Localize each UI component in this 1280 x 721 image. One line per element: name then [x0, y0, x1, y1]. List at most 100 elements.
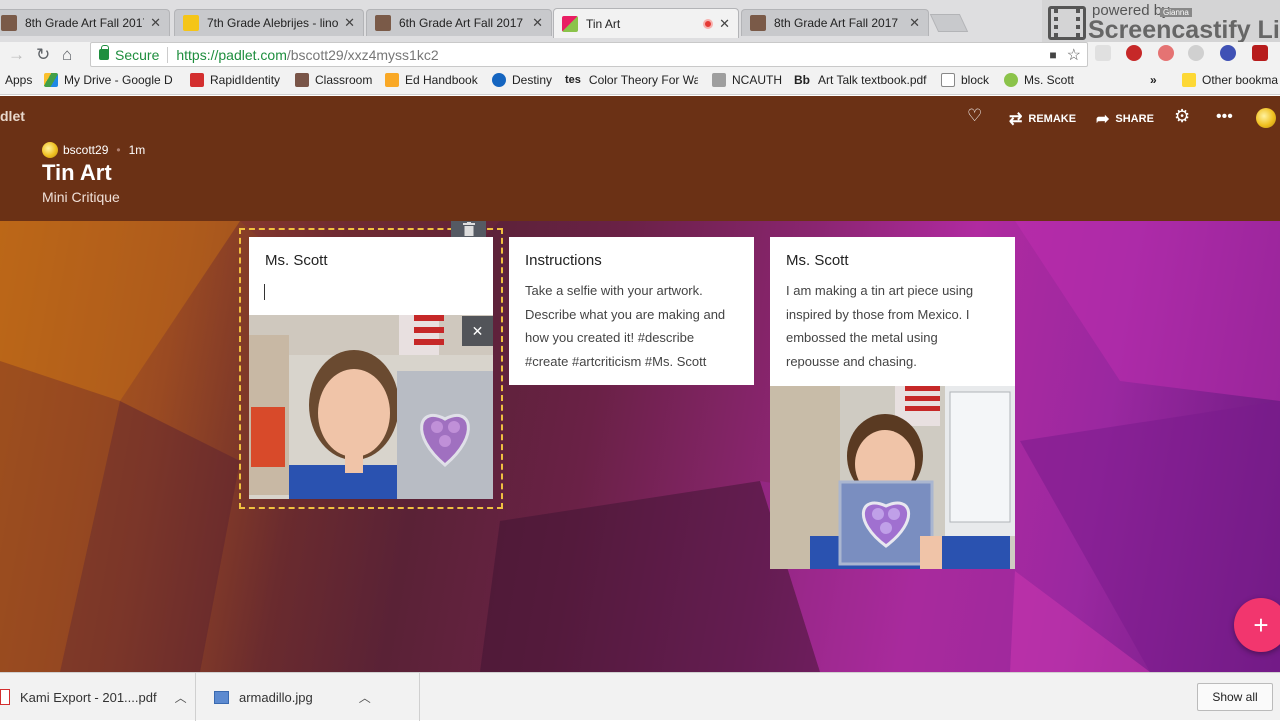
padlet-icon — [562, 15, 578, 32]
reload-icon[interactable]: ↻ — [36, 45, 50, 65]
bookmark-ms-scott[interactable]: Ms. Scott — [1004, 73, 1074, 87]
author-name: bscott29 — [63, 143, 109, 157]
tab-8th-grade-art-2[interactable]: 8th Grade Art Fall 2017 ✕ — [741, 9, 929, 36]
plus-icon: + — [1253, 609, 1269, 640]
camera-icon[interactable]: ■ — [1049, 48, 1056, 62]
other-bookmarks[interactable]: Other bookma — [1182, 73, 1278, 87]
time-ago: 1m — [128, 143, 146, 157]
padlet-title: Tin Art — [42, 160, 112, 185]
bookmark-rapididentity[interactable]: RapidIdentity — [190, 73, 280, 87]
close-icon[interactable]: ✕ — [344, 15, 355, 31]
bookmark-label: block — [961, 73, 990, 87]
share-label: SHARE — [1115, 113, 1154, 125]
post-body-line: repousse and chasing. — [786, 353, 917, 369]
post-card-instructions[interactable]: Instructions Take a selfie with your art… — [509, 237, 754, 385]
bookmark-label: Destiny — [512, 73, 553, 87]
download-item[interactable]: Kami Export - 201....pdf ︿ — [0, 673, 196, 721]
bookmark-label: Other bookma — [1202, 73, 1279, 87]
chevron-up-icon[interactable]: ︿ — [359, 689, 371, 706]
post-body-line: #create #artcriticism #Ms. Scott — [525, 353, 707, 369]
apple-icon — [1004, 73, 1018, 87]
more-icon[interactable]: ••• — [1216, 108, 1233, 126]
bookmark-block[interactable]: block — [941, 73, 989, 87]
show-all-button[interactable]: Show all — [1197, 683, 1273, 711]
tab-title: 8th Grade Art Fall 2017 — [774, 16, 899, 30]
post-body-line: I am making a tin art piece using — [786, 283, 974, 298]
close-icon: ✕ — [471, 322, 484, 339]
bookmark-classroom[interactable]: Classroom — [295, 73, 372, 87]
padlet-header: dlet ♡ ⇄ REMAKE ➦ SHARE ⚙ ••• bscott29 •… — [0, 96, 1280, 221]
star-icon[interactable]: ☆ — [1067, 45, 1081, 65]
destiny-icon — [492, 73, 506, 87]
bookmark-label: Color Theory For Wa — [588, 73, 698, 87]
bookmarks-overflow[interactable]: » — [1150, 73, 1157, 87]
ncauth-icon — [712, 73, 726, 87]
bookmark-label: RapidIdentity — [210, 73, 281, 87]
post-title: Instructions — [525, 252, 602, 269]
add-post-button[interactable]: + — [1234, 598, 1280, 652]
selfie-image — [249, 315, 493, 499]
bookmark-label: Apps — [5, 73, 33, 87]
back-icon[interactable]: → — [8, 45, 25, 65]
extension-icon[interactable] — [1158, 45, 1174, 61]
tab-6th-grade-art[interactable]: 6th Grade Art Fall 2017 ✕ — [366, 9, 552, 36]
post-body-line: Take a selfie with your artwork. — [525, 283, 703, 298]
post-body: Take a selfie with your artwork. Describ… — [525, 279, 725, 373]
remake-button[interactable]: ⇄ REMAKE — [1009, 109, 1076, 129]
bookmark-destiny[interactable]: Destiny — [492, 73, 552, 87]
post-body-line: embossed the metal using — [786, 330, 938, 345]
extension-icon[interactable] — [1188, 45, 1204, 61]
extension-icon[interactable] — [1252, 45, 1268, 61]
post-photo — [249, 315, 493, 499]
post-card[interactable]: Ms. Scott I am making a tin art piece us… — [770, 237, 1015, 569]
gear-icon[interactable]: ⚙ — [1174, 106, 1190, 127]
bookmark-color-theory[interactable]: tes Color Theory For Wa — [565, 73, 698, 87]
padlet-author: bscott29 • 1m — [42, 142, 145, 158]
text-cursor[interactable] — [264, 284, 265, 300]
tes-icon: tes — [565, 74, 581, 86]
new-tab-button[interactable] — [929, 14, 969, 32]
bookmark-label: Art Talk textbook.pdf — [818, 73, 927, 87]
download-item[interactable]: armadillo.jpg ︿ — [196, 673, 420, 721]
bookmark-label: Classroom — [315, 73, 373, 87]
bookmark-label: Ms. Scott — [1024, 73, 1075, 87]
tab-7th-grade-alebrijes[interactable]: 7th Grade Alebrijes - lino ✕ — [174, 9, 364, 36]
omnibox-divider — [167, 46, 169, 63]
download-filename: Kami Export - 201....pdf — [20, 689, 157, 705]
post-body-line: Describe what you are making and — [525, 306, 726, 322]
post-body-line: how you created it! #describe — [525, 330, 695, 345]
download-filename: armadillo.jpg — [239, 689, 313, 705]
post-body: I am making a tin art piece using inspir… — [786, 279, 973, 373]
close-icon[interactable]: ✕ — [909, 15, 920, 31]
close-icon[interactable]: ✕ — [150, 15, 161, 31]
remake-icon: ⇄ — [1009, 111, 1023, 128]
selfie-image — [770, 386, 1015, 569]
home-icon[interactable]: ⌂ — [62, 45, 72, 65]
bookmark-label: Ed Handbook — [405, 73, 478, 87]
pinterest-icon[interactable] — [1126, 45, 1142, 61]
bookmark-apps[interactable]: Apps — [5, 73, 32, 87]
user-avatar[interactable] — [1256, 108, 1276, 128]
kami-icon[interactable] — [1220, 45, 1236, 61]
tab-tin-art[interactable]: Tin Art ✕ — [553, 8, 739, 38]
tab-title: Tin Art — [586, 16, 621, 31]
bookmark-label: My Drive - Google D — [64, 73, 173, 87]
post-card[interactable]: Ms. Scott ✕ — [249, 237, 493, 499]
pdf-extension-icon[interactable] — [1095, 45, 1111, 61]
chevron-right-icon: » — [1150, 73, 1157, 87]
padlet-subtitle: Mini Critique — [42, 189, 120, 205]
person-icon — [375, 15, 391, 31]
share-button[interactable]: ➦ SHARE — [1096, 109, 1154, 129]
padlet-logo[interactable]: dlet — [0, 108, 25, 124]
heart-icon[interactable]: ♡ — [967, 106, 982, 126]
remove-attachment-button[interactable]: ✕ — [462, 316, 493, 346]
tab-8th-grade-art[interactable]: 8th Grade Art Fall 2017 ✕ — [0, 9, 170, 36]
close-icon[interactable]: ✕ — [532, 15, 543, 31]
bookmark-ed-handbook[interactable]: Ed Handbook — [385, 73, 478, 87]
close-icon[interactable]: ✕ — [719, 16, 730, 32]
bookmark-my-drive[interactable]: My Drive - Google D — [44, 73, 176, 87]
bookmark-ncauth[interactable]: NCAUTH — [712, 73, 782, 87]
address-bar[interactable]: Secure https://padlet.com /bscott29/xxz4… — [90, 42, 1088, 67]
bookmark-art-talk[interactable]: Bb Art Talk textbook.pdf — [794, 73, 927, 87]
chevron-up-icon[interactable]: ︿ — [175, 689, 187, 706]
